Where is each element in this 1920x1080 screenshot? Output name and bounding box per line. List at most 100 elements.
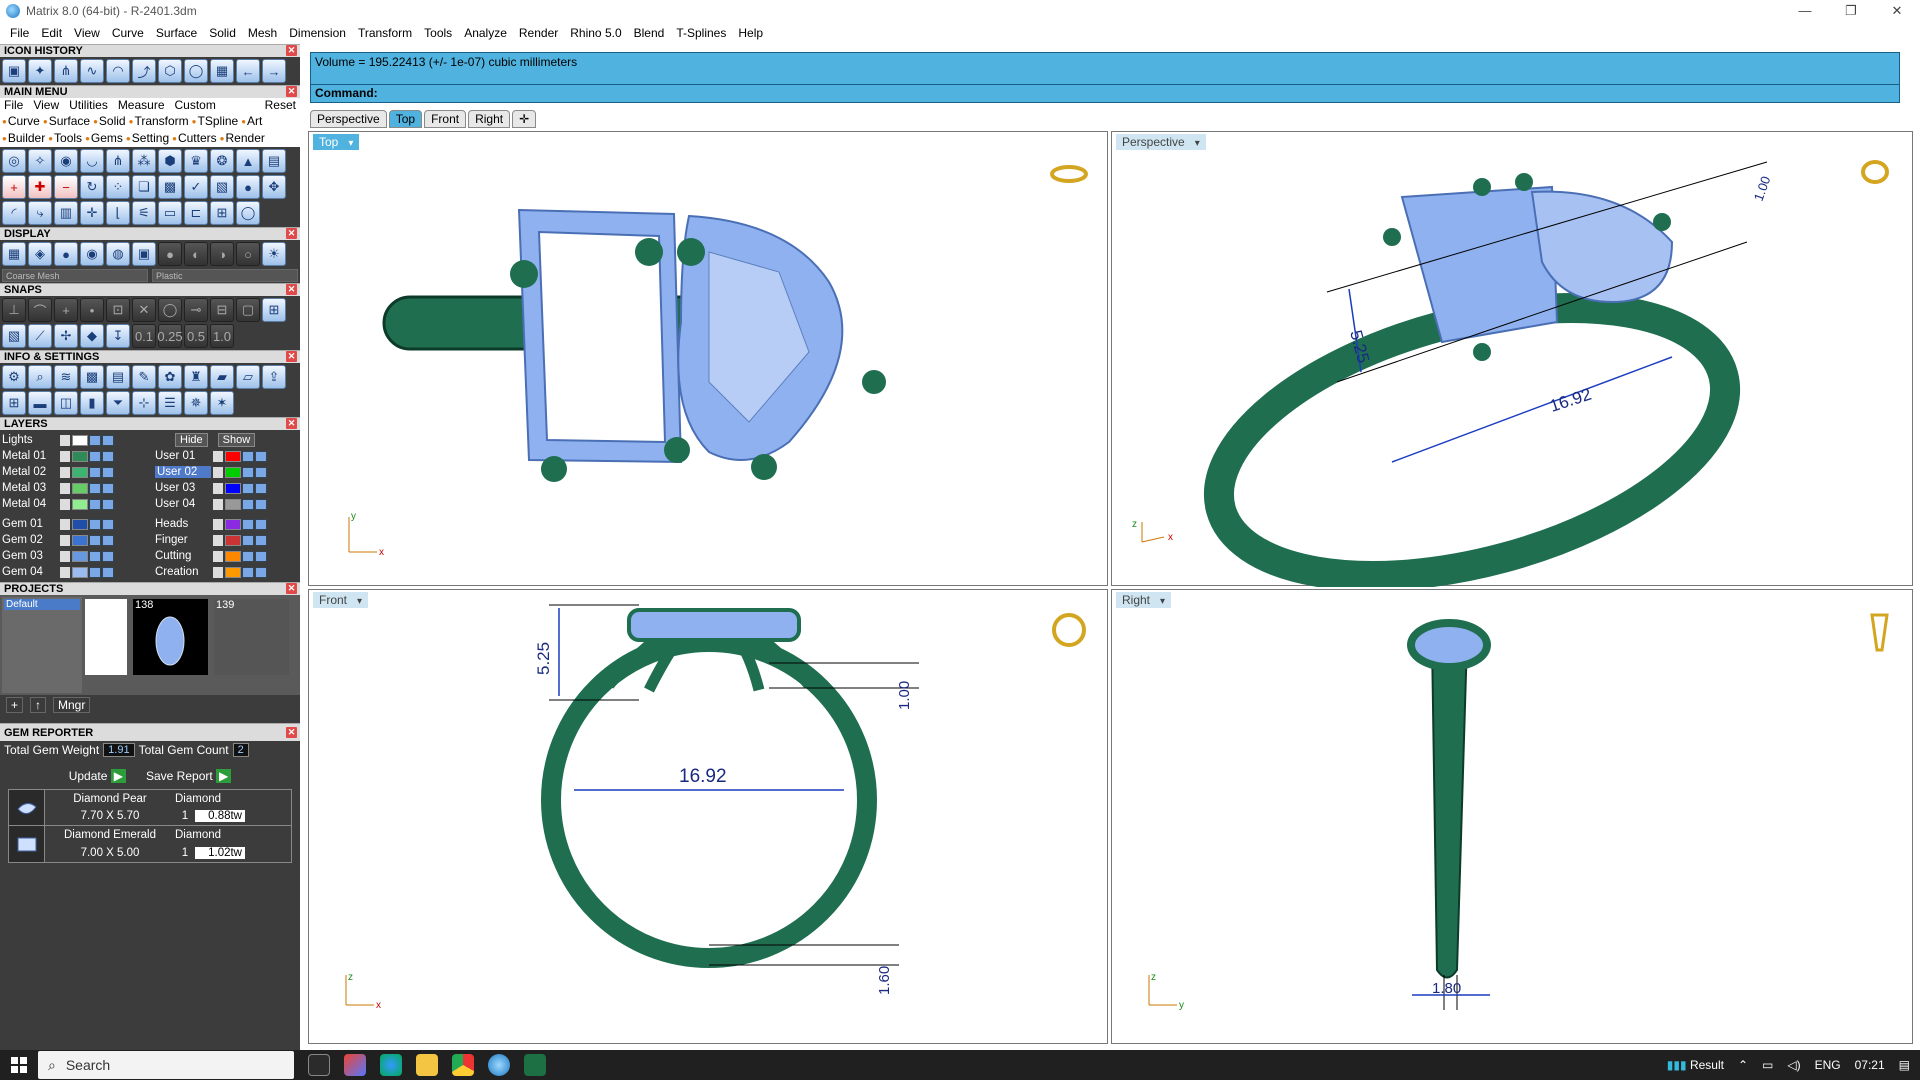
mm-tools[interactable]: Tools	[48, 130, 82, 147]
grid-icon[interactable]: ▦	[210, 59, 234, 83]
visibility-icon[interactable]	[255, 534, 267, 546]
close-icon[interactable]: ✕	[286, 418, 297, 429]
chrome-icon[interactable]	[452, 1054, 474, 1076]
layer-row[interactable]: User 01	[155, 448, 298, 464]
sweep-icon[interactable]: ⤷	[28, 201, 52, 225]
layer-color-swatch[interactable]	[225, 498, 241, 510]
tab-right[interactable]: Right	[468, 110, 511, 128]
copilot-icon[interactable]	[344, 1054, 366, 1076]
viewport-perspective[interactable]: 5.25 16.92 1.00 z x Perspective	[1111, 131, 1913, 587]
mm-setting[interactable]: Setting	[126, 130, 169, 147]
menu-blend[interactable]: Blend	[628, 22, 671, 44]
lock-icon[interactable]	[89, 450, 101, 462]
layer-color-swatch[interactable]	[225, 450, 241, 462]
edge-icon[interactable]	[380, 1054, 402, 1076]
ring-icon[interactable]: ◎	[2, 149, 26, 173]
search-icon[interactable]: ⌕	[28, 365, 52, 389]
layer-color-swatch[interactable]	[72, 450, 88, 462]
mm-curve[interactable]: Curve	[2, 113, 40, 130]
layer-row[interactable]: Gem 03	[2, 548, 145, 564]
menu-render[interactable]: Render	[513, 22, 564, 44]
scene-icon[interactable]: ♜	[184, 365, 208, 389]
snap-int-icon[interactable]: ✕	[132, 298, 156, 322]
visibility-icon[interactable]	[102, 534, 114, 546]
mm-utilities[interactable]: Utilities	[69, 98, 108, 113]
layer-row[interactable]: Metal 01	[2, 448, 145, 464]
render-icon[interactable]: ✵	[184, 391, 208, 415]
lock-icon[interactable]	[242, 482, 254, 494]
torus-icon[interactable]: ◉	[54, 149, 78, 173]
ring-view-icon[interactable]	[1050, 165, 1088, 183]
command-prompt[interactable]: Command:	[310, 85, 1900, 103]
add-tab-button[interactable]: ✛	[512, 110, 537, 128]
circle-icon[interactable]: ◯	[184, 59, 208, 83]
smart-track-icon[interactable]: ✢	[54, 324, 78, 348]
mm-tspline[interactable]: TSpline	[192, 113, 239, 130]
snap-value-025[interactable]: 0.25	[157, 324, 183, 348]
white-ball-icon[interactable]: ○	[236, 242, 260, 266]
gem-tool-icon[interactable]: ✦	[28, 59, 52, 83]
file-explorer-icon[interactable]	[416, 1054, 438, 1076]
folder-icon[interactable]: ▰	[210, 365, 234, 389]
light-icon[interactable]: ☀	[262, 242, 286, 266]
gumball-icon[interactable]: ✛	[80, 201, 104, 225]
ring-view-icon[interactable]	[1861, 160, 1889, 184]
snap-end-icon[interactable]: ⊥	[2, 298, 26, 322]
snap-mid-icon[interactable]: •	[80, 298, 104, 322]
forward-arrow-icon[interactable]: →	[262, 59, 286, 83]
rendered-icon[interactable]: ◉	[80, 242, 104, 266]
lock-icon[interactable]	[242, 550, 254, 562]
expand-icon[interactable]	[213, 518, 223, 530]
taskbar-search[interactable]: ⌕ Search	[38, 1051, 294, 1079]
layer-color-swatch[interactable]	[72, 498, 88, 510]
close-icon[interactable]: ✕	[286, 284, 297, 295]
layer-row[interactable]: Finger	[155, 532, 298, 548]
layer-row[interactable]: User 02	[155, 464, 298, 480]
tray-chevron-icon[interactable]: ⌃	[1738, 1058, 1748, 1072]
snap-center-icon[interactable]: ⊡	[106, 298, 130, 322]
windows-start-icon[interactable]	[0, 1050, 38, 1080]
snap-near-icon[interactable]: ⌒	[28, 298, 52, 322]
doc-icon[interactable]: ▤	[106, 365, 130, 389]
blob-icon[interactable]: ●	[236, 175, 260, 199]
close-icon[interactable]: ✕	[286, 86, 297, 97]
gem-studio-icon[interactable]: ✶	[210, 391, 234, 415]
check-icon[interactable]: ✓	[184, 175, 208, 199]
layer-color-swatch[interactable]	[72, 482, 88, 494]
visibility-icon[interactable]	[102, 434, 114, 446]
cage-icon[interactable]: ⊞	[210, 201, 234, 225]
tab-front[interactable]: Front	[424, 110, 467, 128]
menu-rhino[interactable]: Rhino 5.0	[564, 22, 627, 44]
up-project-button[interactable]: ↑	[30, 697, 47, 713]
viewport-top[interactable]: y x Top	[308, 131, 1108, 586]
chrome-ball-icon[interactable]: ◐	[184, 242, 208, 266]
bezel-icon[interactable]: ⬢	[158, 149, 182, 173]
weather-widget[interactable]: ▮▮▮ Result	[1667, 1058, 1724, 1072]
layer-color-swatch[interactable]	[72, 466, 88, 478]
pave-icon[interactable]: ⁂	[132, 149, 156, 173]
visibility-icon[interactable]	[102, 466, 114, 478]
expand-icon[interactable]	[213, 482, 223, 494]
snap-value-01[interactable]: 0.1	[132, 324, 156, 348]
cube-icon[interactable]: ▩	[80, 365, 104, 389]
layer-row[interactable]: Metal 02	[2, 464, 145, 480]
viewport-front[interactable]: 5.25 1.00 16.92 1.60 z x Front	[308, 589, 1108, 1044]
ortho-icon[interactable]: ⊞	[262, 298, 286, 322]
selection-icon[interactable]: ⊹	[132, 391, 156, 415]
lasso-icon[interactable]: ◯	[236, 201, 260, 225]
snap-point-icon[interactable]: +	[54, 298, 78, 322]
ghost-icon[interactable]: ◈	[28, 242, 52, 266]
snap-grid-icon[interactable]: ▢	[236, 298, 260, 322]
rotate-icon[interactable]: ↻	[80, 175, 104, 199]
visibility-icon[interactable]	[255, 566, 267, 578]
close-icon[interactable]: ✕	[286, 228, 297, 239]
clone-icon[interactable]: ❏	[132, 175, 156, 199]
project-thumb-138[interactable]: 138	[133, 599, 208, 675]
visibility-icon[interactable]	[102, 566, 114, 578]
prong-icon[interactable]: ⋔	[54, 59, 78, 83]
viewport-right[interactable]: 1.80 z y Right	[1111, 589, 1913, 1044]
network-icon[interactable]: ▭	[1762, 1058, 1773, 1072]
viewport-label-front[interactable]: Front	[313, 592, 369, 608]
visibility-icon[interactable]	[255, 550, 267, 562]
viewport-label-top[interactable]: Top	[313, 134, 360, 150]
